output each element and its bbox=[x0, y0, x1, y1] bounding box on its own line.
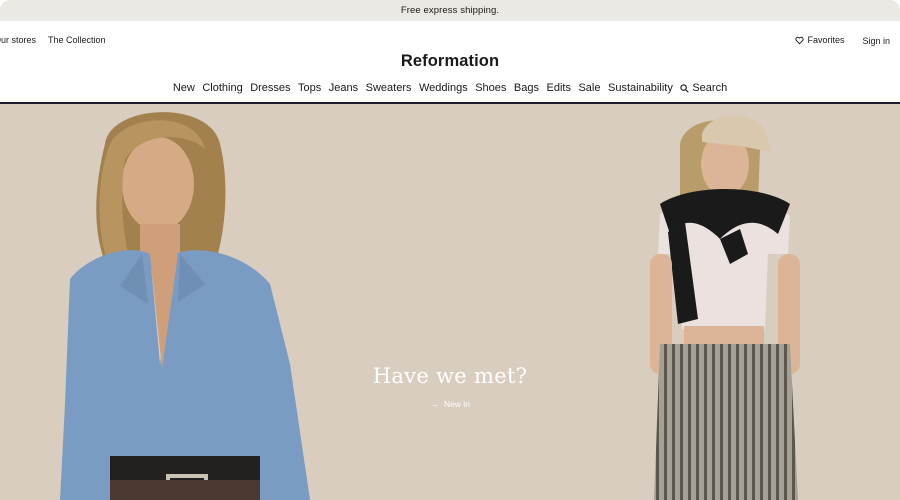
utility-bar: Our stores The Collection Favorites Sign… bbox=[0, 21, 900, 55]
utility-right-links: Favorites Sign in bbox=[795, 34, 890, 46]
nav-item-dresses[interactable]: Dresses bbox=[250, 82, 290, 94]
browser-page: Free express shipping. Our stores The Co… bbox=[0, 0, 900, 500]
nav-item-shoes[interactable]: Shoes bbox=[475, 82, 506, 94]
utility-left-links: Our stores The Collection bbox=[0, 35, 106, 45]
hero-model-right-image bbox=[650, 115, 800, 500]
main-navigation: New Clothing Dresses Tops Jeans Sweaters… bbox=[0, 77, 900, 99]
nav-item-edits[interactable]: Edits bbox=[547, 82, 571, 94]
nav-item-weddings[interactable]: Weddings bbox=[419, 82, 468, 94]
the-collection-link[interactable]: The Collection bbox=[48, 35, 106, 45]
nav-search-button[interactable]: Search bbox=[680, 82, 727, 94]
new-in-link[interactable]: → New in bbox=[0, 399, 900, 409]
hero-model-left-image bbox=[60, 112, 310, 500]
sign-in-link[interactable]: Sign in bbox=[862, 36, 890, 46]
favorites-label: Favorites bbox=[807, 35, 845, 45]
new-in-label: New in bbox=[443, 399, 470, 409]
search-icon bbox=[680, 83, 689, 93]
nav-item-clothing[interactable]: Clothing bbox=[202, 82, 242, 94]
brand-logo[interactable]: Reformation bbox=[0, 52, 900, 73]
nav-item-tops[interactable]: Tops bbox=[298, 82, 321, 94]
arrow-right-icon: → bbox=[430, 399, 439, 409]
promo-banner[interactable]: Free express shipping. bbox=[0, 0, 900, 21]
nav-item-sweaters[interactable]: Sweaters bbox=[366, 82, 412, 94]
search-label: Search bbox=[692, 82, 728, 94]
nav-item-jeans[interactable]: Jeans bbox=[329, 82, 358, 94]
heart-icon bbox=[795, 36, 805, 44]
nav-item-sustainability[interactable]: Sustainability bbox=[608, 82, 673, 94]
hero-banner[interactable]: Have we met? → New in bbox=[0, 104, 900, 500]
promo-text: Free express shipping. bbox=[400, 5, 500, 16]
nav-item-new[interactable]: New bbox=[173, 82, 195, 94]
nav-item-sale[interactable]: Sale bbox=[578, 82, 600, 94]
hero-title: Have we met? bbox=[372, 364, 528, 388]
nav-item-bags[interactable]: Bags bbox=[514, 82, 539, 94]
favorites-link[interactable]: Favorites bbox=[795, 35, 844, 45]
our-stores-link[interactable]: Our stores bbox=[0, 35, 36, 45]
